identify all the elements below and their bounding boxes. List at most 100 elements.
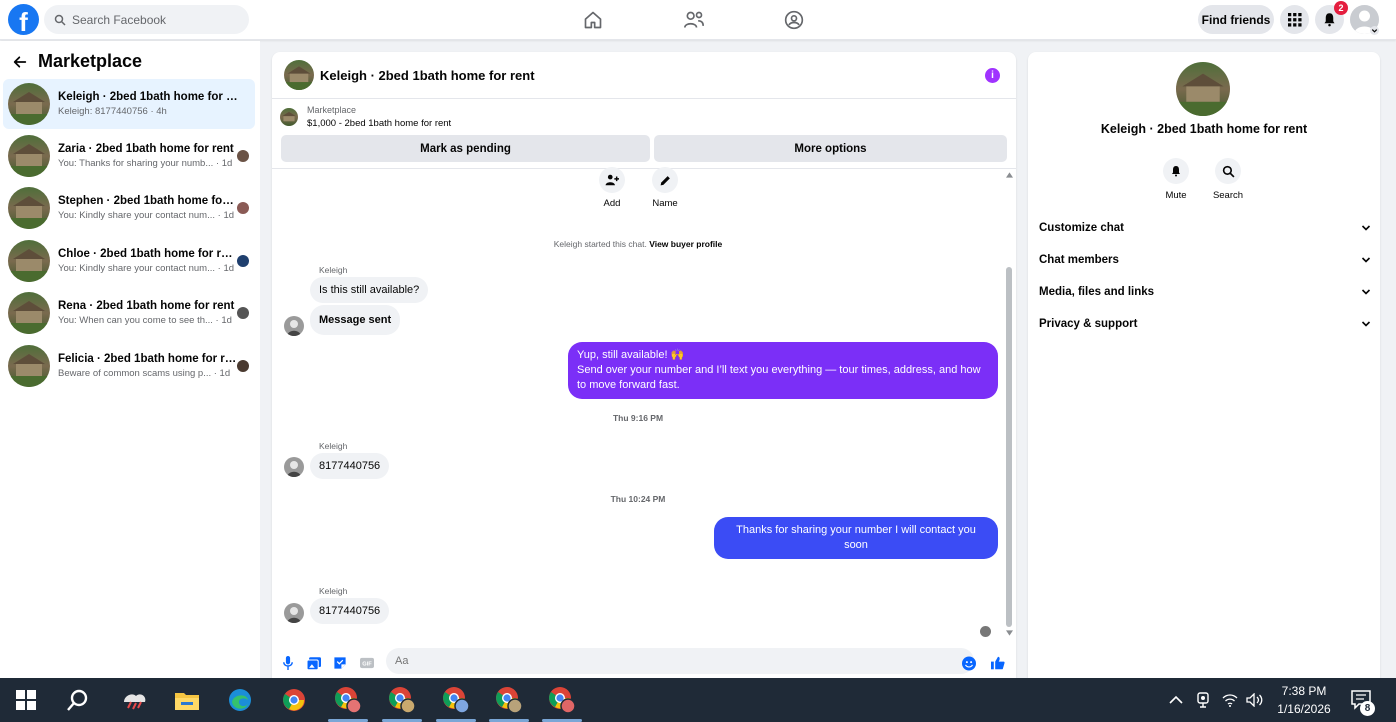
add-person-icon: [599, 167, 625, 193]
mute-button[interactable]: Mute: [1154, 158, 1198, 201]
view-buyer-profile-link[interactable]: View buyer profile: [649, 239, 722, 249]
outgoing-message[interactable]: Thanks for sharing your number I will co…: [714, 517, 998, 559]
chevron-down-icon: [1361, 289, 1371, 295]
back-arrow-icon[interactable]: [12, 54, 28, 70]
chevron-down-icon: [1361, 257, 1371, 263]
conversation-item[interactable]: Zaria · 2bed 1bath home for rent You: Tha…: [3, 131, 255, 181]
search-box[interactable]: [44, 5, 249, 34]
windows-taskbar: 7:38 PM 1/16/2026 8: [0, 678, 1396, 722]
search-label: Search: [1212, 190, 1244, 201]
scroll-up-icon[interactable]: [1006, 172, 1013, 178]
facebook-logo-icon[interactable]: f: [8, 4, 39, 35]
show-hidden-icons-chevron-icon[interactable]: [1166, 690, 1186, 710]
incoming-message[interactable]: 8177440756: [310, 453, 390, 479]
conversation-item[interactable]: Stephen · 2bed 1bath home for r... You: K…: [3, 183, 255, 233]
scroll-down-icon[interactable]: [1006, 630, 1013, 636]
chrome-profile-window-icon[interactable]: [493, 684, 525, 716]
chat-members-section[interactable]: Chat members: [1039, 250, 1371, 270]
chrome-browser-icon[interactable]: [278, 684, 310, 716]
sender-name: Keleigh: [319, 441, 348, 451]
notification-center-count-badge: 8: [1360, 701, 1375, 716]
conversation-preview: Keleigh: 8177440756 · 4h: [58, 106, 167, 117]
wifi-icon[interactable]: [1220, 690, 1240, 710]
edge-browser-icon[interactable]: [224, 684, 256, 716]
search-icon: [54, 14, 66, 26]
search-conversation-button[interactable]: Search: [1206, 158, 1250, 201]
outgoing-message-line: Send over your number and I’ll text you …: [577, 364, 981, 391]
mark-as-pending-button[interactable]: Mark as pending: [281, 135, 650, 162]
search-icon: [1215, 158, 1241, 184]
privacy-support-section[interactable]: Privacy & support: [1039, 314, 1371, 334]
edit-name-button[interactable]: Name: [645, 167, 685, 209]
chrome-profile-window-icon[interactable]: [332, 684, 364, 716]
weather-widget-icon[interactable]: [118, 684, 150, 716]
name-label: Name: [652, 198, 678, 209]
meet-now-icon[interactable]: [1193, 690, 1213, 710]
conversation-item[interactable]: Keleigh · 2bed 1bath home for rent Keleig…: [3, 79, 255, 129]
chrome-profile-window-icon[interactable]: [386, 684, 418, 716]
sender-avatar[interactable]: [284, 457, 304, 477]
account-chevron-down-icon[interactable]: [1370, 26, 1379, 35]
chat-listing-thumbnail[interactable]: [284, 60, 314, 90]
sender-name: Keleigh: [319, 265, 348, 275]
incoming-message[interactable]: 8177440756: [310, 598, 390, 624]
sender-avatar[interactable]: [284, 603, 304, 623]
gif-icon[interactable]: GIF: [360, 656, 374, 670]
home-icon[interactable]: [581, 8, 605, 32]
chrome-profile-window-icon[interactable]: [546, 684, 578, 716]
listing-thumbnail: [8, 135, 50, 177]
add-label: Add: [603, 198, 621, 209]
windows-start-icon[interactable]: [10, 684, 42, 716]
file-explorer-icon[interactable]: [171, 684, 203, 716]
chat-scrollbar-thumb[interactable]: [1006, 267, 1012, 627]
customize-chat-section[interactable]: Customize chat: [1039, 218, 1371, 238]
conversation-item[interactable]: Rena · 2bed 1bath home for rent You: When…: [3, 288, 255, 338]
chevron-down-icon: [1361, 225, 1371, 231]
notification-count-badge: 2: [1334, 1, 1348, 15]
incoming-message[interactable]: Is this still available?: [310, 277, 429, 303]
section-label: Media, files and links: [1039, 286, 1155, 298]
conversation-preview: You: Kindly share your contact num... · …: [58, 210, 235, 221]
chat-title[interactable]: Keleigh · 2bed 1bath home for rent: [320, 68, 535, 83]
conversation-name: Felicia · 2bed 1bath home for rent: [58, 353, 238, 365]
message-input[interactable]: [386, 648, 974, 674]
sticker-icon[interactable]: [333, 656, 347, 670]
section-label: Chat members: [1039, 254, 1119, 266]
top-navigation-bar: f Find friends 2: [0, 0, 1396, 40]
taskbar-search-icon[interactable]: [62, 684, 94, 716]
friends-icon[interactable]: [682, 8, 706, 32]
volume-icon[interactable]: [1245, 690, 1265, 710]
media-files-links-section[interactable]: Media, files and links: [1039, 282, 1371, 302]
microphone-icon[interactable]: [281, 656, 295, 670]
add-people-button[interactable]: Add: [592, 167, 632, 209]
menu-grid-icon[interactable]: [1280, 5, 1309, 34]
like-thumbs-up-icon[interactable]: [991, 656, 1005, 670]
more-options-button[interactable]: More options: [654, 135, 1007, 162]
read-receipt-avatar: [237, 360, 249, 372]
find-friends-button[interactable]: Find friends: [1198, 5, 1274, 34]
emoji-icon[interactable]: [962, 656, 976, 670]
search-input[interactable]: [72, 12, 232, 27]
conversation-item[interactable]: Chloe · 2bed 1bath home for rent You: Kin…: [3, 236, 255, 286]
outgoing-message[interactable]: Yup, still available! 🙌 Send over your n…: [568, 342, 998, 399]
sender-avatar[interactable]: [284, 316, 304, 336]
conversation-item[interactable]: Felicia · 2bed 1bath home for rent Beware…: [3, 341, 255, 391]
listing-source: Marketplace: [307, 105, 357, 115]
chrome-profile-window-icon[interactable]: [440, 684, 472, 716]
conversation-preview: You: When can you come to see th... · 1d: [58, 315, 232, 326]
chat-header: Keleigh · 2bed 1bath home for rent i: [272, 52, 1016, 99]
clock[interactable]: 7:38 PM 1/16/2026: [1273, 682, 1335, 718]
listing-thumbnail: [8, 83, 50, 125]
conversation-name: Chloe · 2bed 1bath home for rent: [58, 248, 238, 260]
conversation-preview: You: Thanks for sharing your numb... · 1…: [58, 158, 233, 169]
info-icon[interactable]: i: [985, 68, 1000, 83]
read-receipt-avatar: [237, 307, 249, 319]
groups-icon[interactable]: [782, 8, 806, 32]
message-composer: GIF: [272, 648, 1016, 678]
conversation-avatar[interactable]: [1176, 62, 1230, 116]
photo-icon[interactable]: [307, 656, 321, 670]
listing-summary[interactable]: Marketplace $1,000 - 2bed 1bath home for…: [280, 105, 451, 129]
chat-started-notice: Keleigh started this chat. View buyer pr…: [272, 239, 1004, 249]
message-sent-bubble[interactable]: Message sent: [310, 305, 401, 335]
bell-icon: [1163, 158, 1189, 184]
